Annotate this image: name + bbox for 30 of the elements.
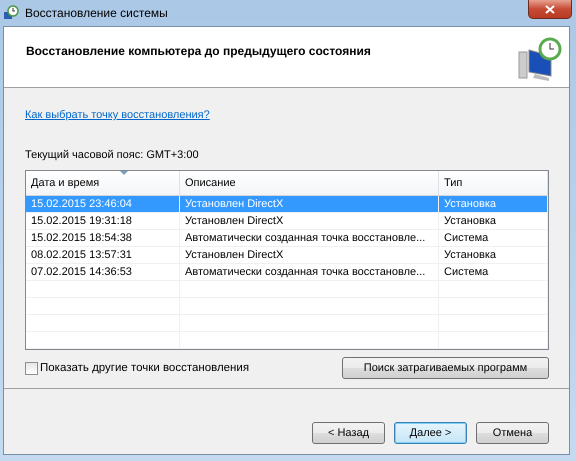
scan-programs-button[interactable]: Поиск затрагиваемых программ (342, 357, 549, 379)
close-icon (545, 4, 555, 14)
timezone-label: Текущий часовой пояс: GMT+3:00 (25, 149, 200, 161)
table-cell[interactable]: Автоматически созданная точка восстановле... (180, 264, 439, 281)
column-header[interactable]: Тип (439, 171, 548, 196)
page-heading: Восстановление компьютера до предыдущего состояния (26, 44, 371, 60)
table-cell[interactable]: Установлен DirectX (180, 213, 439, 230)
table-cell[interactable]: Система (439, 230, 548, 247)
table-cell[interactable]: 08.02.2015 13:57:31 (26, 247, 180, 264)
sort-arrow-icon (120, 171, 128, 176)
table-cell[interactable]: Установка (439, 247, 548, 264)
table-cell[interactable]: 15.02.2015 19:31:18 (26, 213, 180, 230)
table-cell[interactable]: 07.02.2015 14:36:53 (26, 264, 180, 281)
checkbox[interactable] (25, 362, 38, 374)
column-header[interactable]: Описание (180, 171, 439, 196)
help-link[interactable]: Как выбрать точку восстановления? (25, 109, 210, 121)
checkbox-label: Показать другие точки восстановления (40, 362, 250, 374)
table-cell[interactable]: Автоматически созданная точка восстановле... (180, 230, 439, 247)
table-cell[interactable]: Система (439, 264, 548, 281)
table-cell[interactable]: Установка (439, 213, 548, 230)
nav-button[interactable]: Отмена (476, 422, 549, 444)
nav-button[interactable]: < Назад (312, 422, 385, 444)
table-cell[interactable]: 15.02.2015 18:54:38 (26, 230, 180, 247)
window-title: Восстановление системы (25, 6, 168, 20)
system-restore-icon (3, 5, 19, 21)
computer-clock-icon (517, 36, 563, 82)
table-cell[interactable]: Установлен DirectX (180, 247, 439, 264)
nav-button[interactable]: Далее > (394, 422, 467, 444)
close-button[interactable] (528, 0, 572, 19)
column-header[interactable]: Дата и время (26, 171, 180, 196)
